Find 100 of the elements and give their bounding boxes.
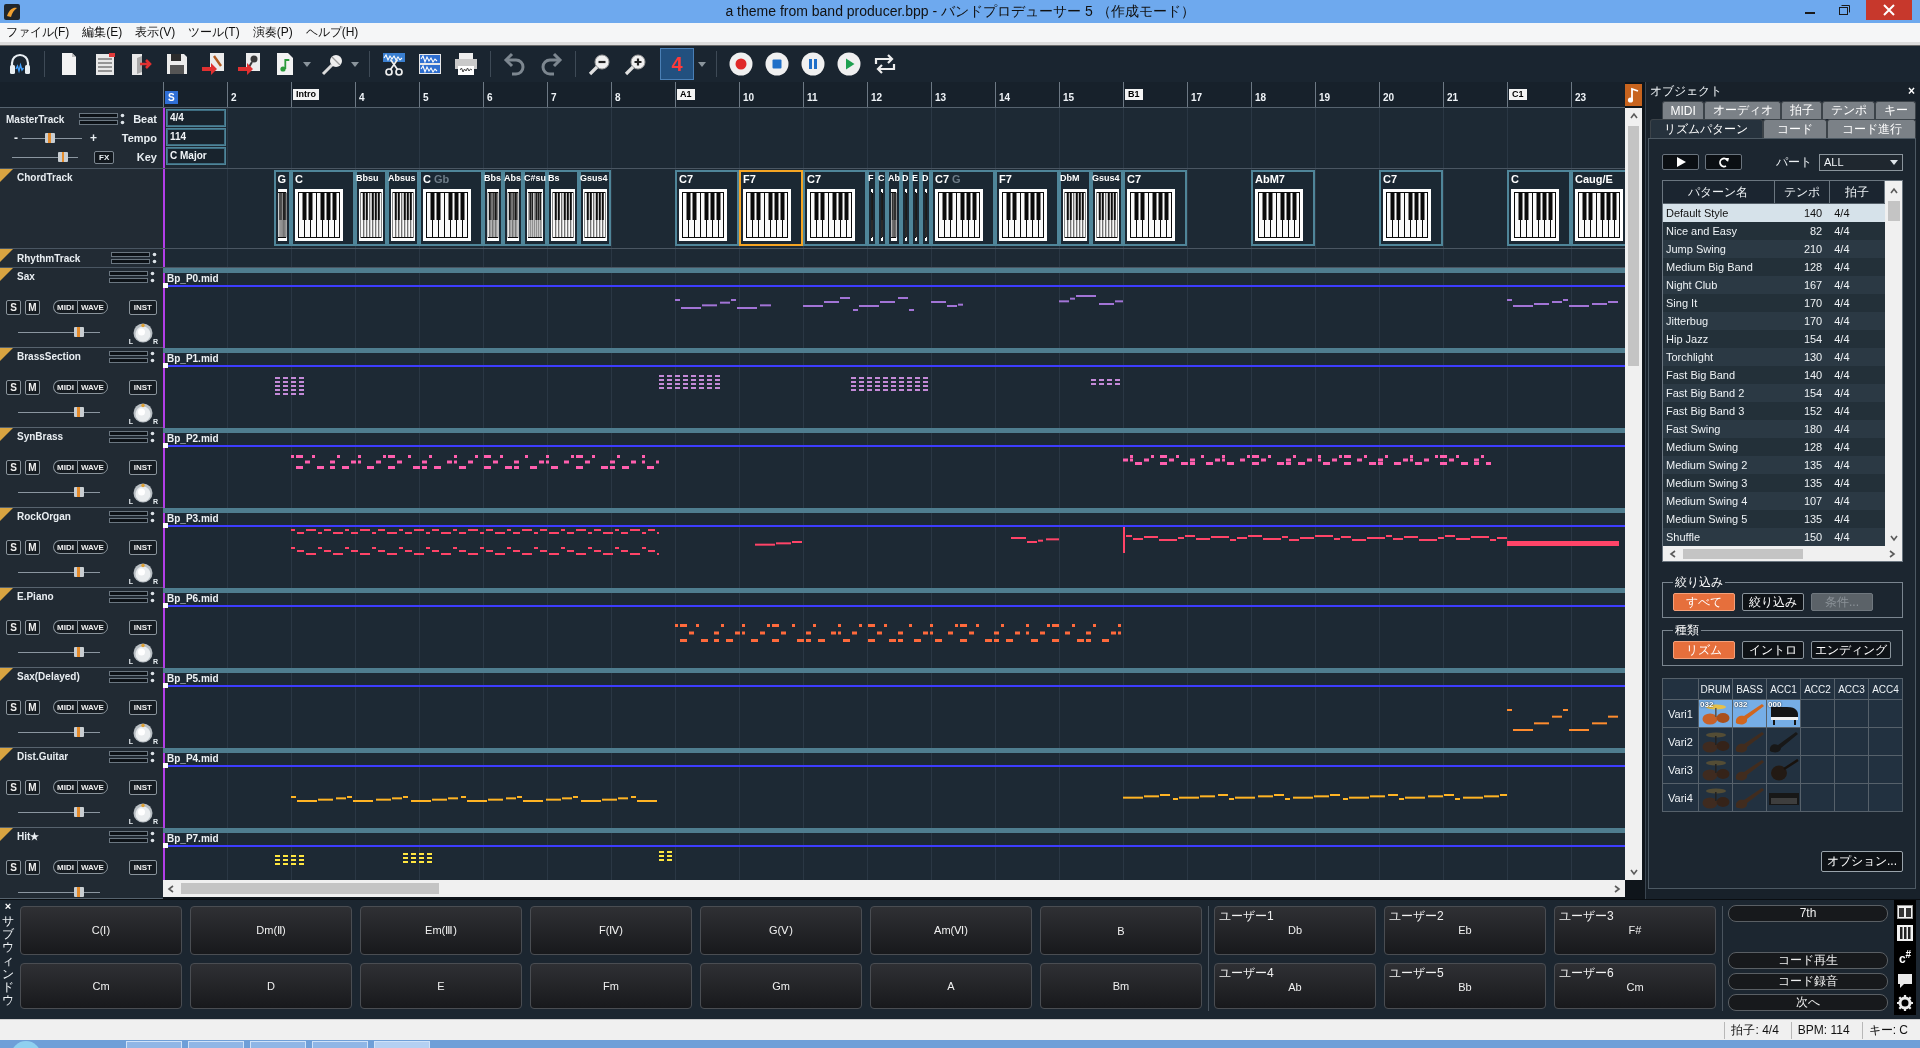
chord-block[interactable]: F <box>867 170 877 246</box>
side-button[interactable]: 7th <box>1728 905 1888 922</box>
tab[interactable]: コード <box>1762 119 1828 138</box>
vertical-scrollbar[interactable] <box>1625 108 1642 880</box>
headphones-icon[interactable] <box>8 52 32 76</box>
wave-button[interactable]: WAVE <box>76 380 108 394</box>
zoom-in-icon[interactable] <box>624 52 648 76</box>
caret-icon[interactable] <box>698 61 706 67</box>
solo-button[interactable]: S <box>6 379 21 395</box>
side-button[interactable]: 次へ <box>1728 994 1888 1011</box>
mute-button[interactable]: M <box>25 459 40 475</box>
slider-thumb[interactable] <box>74 887 85 897</box>
tab[interactable]: リズムパターン <box>1650 119 1763 138</box>
chevron-left-icon[interactable] <box>167 884 175 893</box>
midi-button[interactable]: MIDI <box>53 460 77 474</box>
loop-icon[interactable] <box>873 52 897 76</box>
midi-button[interactable]: MIDI <box>53 620 77 634</box>
midi-file-label[interactable]: Bp_P2.mid <box>167 433 219 445</box>
table-row[interactable]: Medium Swing 2 135 4/4 <box>1663 456 1885 474</box>
chord-block[interactable]: C#su <box>523 170 547 246</box>
chord-block[interactable]: Gsus4 <box>579 170 611 246</box>
tab[interactable]: キー <box>1875 101 1917 119</box>
caret-icon[interactable] <box>303 61 311 67</box>
chevron-down-icon[interactable] <box>1889 534 1898 542</box>
mute-button[interactable]: M <box>25 619 40 635</box>
table-row[interactable]: Night Club 167 4/4 <box>1663 276 1885 294</box>
chord-pad[interactable]: E <box>360 963 522 1009</box>
part-dropdown[interactable]: ALL <box>1819 153 1903 171</box>
wave-button[interactable]: WAVE <box>76 620 108 634</box>
table-row[interactable]: Nice and Easy 82 4/4 <box>1663 222 1885 240</box>
menu-item[interactable]: 演奏(P) <box>252 24 293 41</box>
chord-pad[interactable]: A <box>870 963 1032 1009</box>
chord-block[interactable]: C <box>291 170 355 246</box>
line-handle-icon[interactable] <box>163 683 168 688</box>
master-event-block[interactable]: C Major <box>166 147 226 165</box>
repeat-button[interactable] <box>1705 154 1742 170</box>
chord-symbol-button[interactable]: c$^{#}$ <box>1898 947 1912 967</box>
horizontal-scrollbar[interactable] <box>1663 546 1902 561</box>
arrow-microphone-icon[interactable] <box>237 52 261 76</box>
midi-button[interactable]: MIDI <box>53 780 77 794</box>
zoom-out-icon[interactable] <box>588 52 612 76</box>
midi-button[interactable]: MIDI <box>53 380 77 394</box>
midi-button[interactable]: MIDI <box>53 300 77 314</box>
arrow-brush-icon[interactable] <box>201 52 225 76</box>
chord-pad[interactable]: Gm <box>700 963 862 1009</box>
solo-button[interactable]: S <box>6 619 21 635</box>
list-icon[interactable] <box>93 52 117 76</box>
pan-knob[interactable] <box>132 563 153 583</box>
table-row[interactable]: Medium Swing 4 107 4/4 <box>1663 492 1885 510</box>
start-button-icon[interactable] <box>12 1040 40 1048</box>
chord-block[interactable]: Bbsu <box>355 170 387 246</box>
table-row[interactable]: Shuffle 150 4/4 <box>1663 528 1885 546</box>
solo-button[interactable]: S <box>6 779 21 795</box>
user-chord-pad[interactable]: ユーザー1 Db <box>1214 906 1376 955</box>
chord-pad[interactable]: Am(Ⅵ) <box>870 906 1032 955</box>
pan-knob[interactable] <box>132 483 153 503</box>
chord-block[interactable]: Absus <box>387 170 419 246</box>
chord-pad[interactable]: C(Ⅰ) <box>20 906 182 955</box>
pan-knob[interactable] <box>132 323 153 343</box>
speech-bubble-icon[interactable] <box>1897 973 1913 989</box>
section-marker[interactable]: B1 <box>1125 89 1143 100</box>
music-note-icon[interactable] <box>1625 84 1642 106</box>
table-row[interactable]: Sing It 170 4/4 <box>1663 294 1885 312</box>
solo-button[interactable]: S <box>6 859 21 875</box>
slider-thumb[interactable] <box>45 133 55 143</box>
midi-file-label[interactable]: Bp_P3.mid <box>167 513 219 525</box>
tab[interactable]: 拍子 <box>1781 101 1823 119</box>
chord-block[interactable]: C7 <box>675 170 739 246</box>
menu-item[interactable]: 表示(V) <box>135 24 176 41</box>
line-handle-icon[interactable] <box>163 763 168 768</box>
midi-button[interactable]: MIDI <box>53 700 77 714</box>
slider-thumb[interactable] <box>74 567 85 577</box>
chord-pad[interactable]: Dm(Ⅱ) <box>190 906 352 955</box>
redo-icon[interactable] <box>539 52 563 76</box>
section-marker[interactable]: Intro <box>293 89 319 100</box>
scrollbar-thumb[interactable] <box>1887 201 1900 221</box>
close-icon[interactable] <box>1866 0 1912 20</box>
chevron-up-icon[interactable] <box>1889 187 1898 195</box>
wave-button[interactable]: WAVE <box>76 860 108 874</box>
tab[interactable]: コード進行 <box>1827 119 1916 138</box>
type-button[interactable]: イントロ <box>1742 641 1804 659</box>
midi-button[interactable]: MIDI <box>53 540 77 554</box>
chord-block[interactable]: D <box>901 170 911 246</box>
master-event-block[interactable]: 4/4 <box>166 109 226 127</box>
chord-pad[interactable]: Cm <box>20 963 182 1009</box>
chord-block[interactable]: C <box>877 170 887 246</box>
play-button[interactable] <box>1662 154 1699 170</box>
instrument-button[interactable]: INST <box>128 539 157 555</box>
vertical-scrollbar[interactable] <box>1885 181 1902 546</box>
tab[interactable]: テンポ <box>1822 101 1876 119</box>
slider-thumb[interactable] <box>74 727 85 737</box>
slider-thumb[interactable] <box>74 327 85 337</box>
chevron-right-icon[interactable] <box>1613 884 1621 893</box>
midi-file-label[interactable]: Bp_P1.mid <box>167 353 219 365</box>
chord-block[interactable]: C7 <box>803 170 867 246</box>
midi-file-label[interactable]: Bp_P6.mid <box>167 593 219 605</box>
option-button[interactable]: オプション... <box>1821 851 1903 872</box>
microphone-icon[interactable] <box>321 52 345 76</box>
instrument-button[interactable]: INST <box>128 859 157 875</box>
chord-block[interactable]: Abs <box>503 170 523 246</box>
